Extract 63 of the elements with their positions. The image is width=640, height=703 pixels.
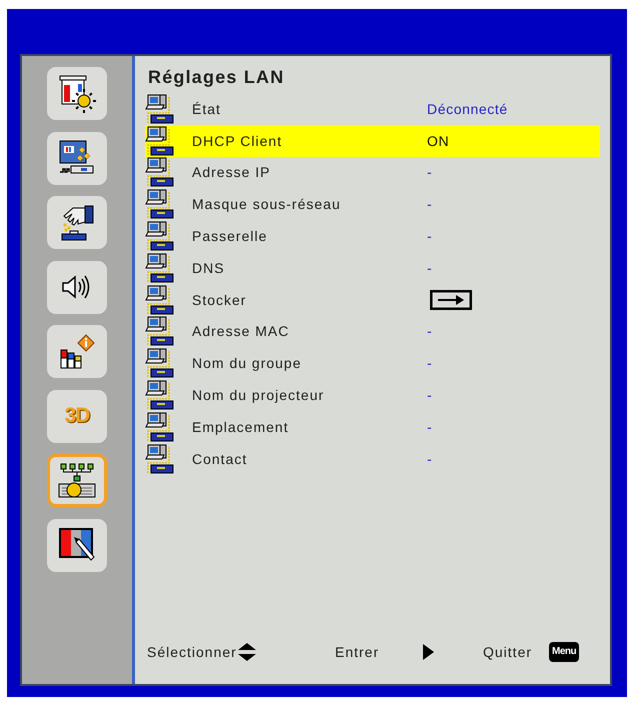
menu-tab[interactable] [47,454,107,507]
setting-label: DHCP Client [192,132,284,149]
computer-projector-icon [145,284,175,315]
setting-value: - [427,260,432,276]
menu-row[interactable]: Masque sous-réseau - [145,188,600,220]
up-down-arrow-icon [236,642,257,662]
computer-projector-icon [145,380,175,410]
setting-label: Emplacement [192,418,290,435]
computer-projector-icon [145,189,175,220]
menu-row[interactable]: Contact - [145,442,600,475]
setting-label: Nom du groupe [192,355,303,372]
setting-value: - [427,355,432,372]
setting-value: - [427,387,432,404]
computer-projector-icon [145,316,175,346]
menu-tab[interactable] [47,67,107,120]
setting-value: - [427,228,432,244]
setting-value: - [427,418,432,435]
menu-row[interactable]: Emplacement - [145,410,600,443]
computer-projector-icon [145,157,175,188]
hint-label: Quitter [483,644,532,660]
setting-label: Adresse IP [192,164,272,180]
menu-row[interactable]: Passerelle - [145,220,600,252]
setting-value: ON [427,132,450,149]
menu-key: Menu [549,642,580,662]
menu-row[interactable]: Adresse MAC - [145,316,600,348]
computer-projector-icon [145,444,175,474]
setting-label: Adresse MAC [192,323,290,340]
menu-row[interactable]: Adresse IP - [145,156,600,188]
menu-tab[interactable] [47,325,107,378]
computer-projector-icon [145,252,175,283]
menu-row[interactable]: Nom du projecteur - [145,379,600,411]
menu-row[interactable]: État Déconnecté [145,93,600,125]
hint-label: Sélectionner [147,644,237,660]
setting-label: Masque sous-réseau [192,196,342,212]
setting-label: Stocker [192,292,248,308]
menu-title: Réglages LAN [148,66,284,89]
setting-value: Déconnecté [427,100,508,117]
computer-projector-icon [145,221,175,252]
menu-tab[interactable] [47,260,107,314]
computer-projector-icon [145,348,175,378]
computer-projector-icon [145,412,175,442]
menu-row[interactable]: DHCP Client ON [145,124,600,157]
setting-value: - [427,196,432,212]
setting-label: Contact [192,450,248,467]
setting-label: Passerelle [192,228,268,244]
setting-label: État [192,100,222,117]
menu-tab[interactable] [47,518,107,572]
menu-row[interactable]: DNS - [145,252,600,284]
setting-value: - [427,164,432,180]
network-projector-icon [57,460,97,500]
screen-sun-icon [57,74,97,114]
menu-tab[interactable] [47,132,107,184]
setting-value: - [427,450,432,467]
right-triangle-icon [423,644,434,660]
computer-projector-icon [145,94,175,124]
hint-label: Entrer [335,644,380,660]
menu-row[interactable]: Stocker [145,284,600,316]
computer-projector-icon [145,126,175,156]
setting-label: Nom du projecteur [192,387,326,404]
setting-value: - [427,323,432,340]
menu-tab[interactable] [47,196,107,249]
setting-label: DNS [192,260,226,276]
menu-row[interactable]: Nom du groupe - [145,347,600,380]
